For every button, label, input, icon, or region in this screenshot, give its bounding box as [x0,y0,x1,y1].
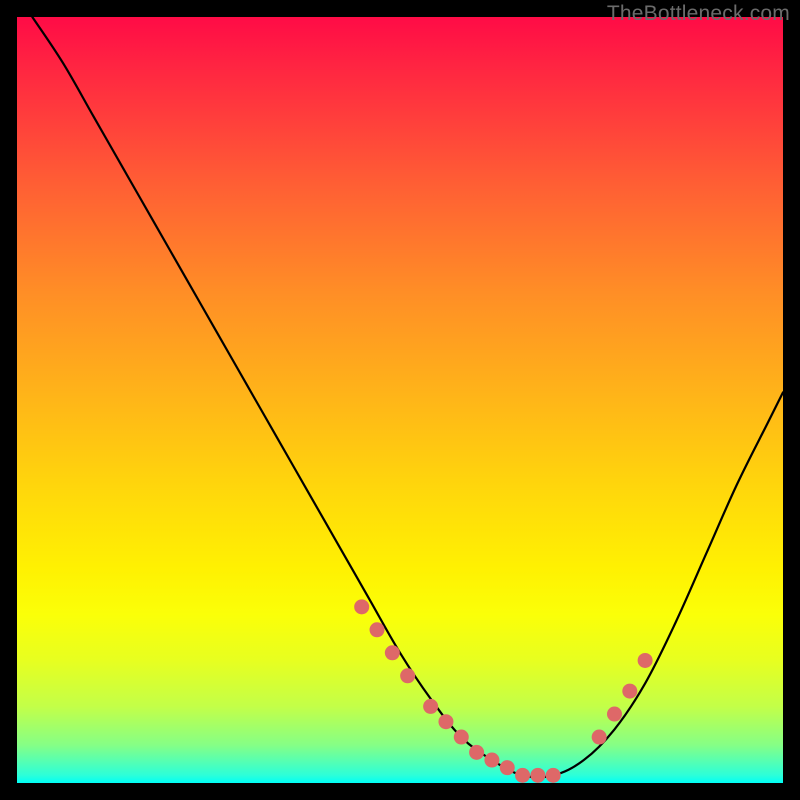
highlight-dot [469,745,484,760]
highlight-dot [438,714,453,729]
highlight-dot [592,730,607,745]
highlight-dot [423,699,438,714]
highlight-dot [454,730,469,745]
watermark-text: TheBottleneck.com [607,2,790,26]
curve-layer [32,17,783,777]
chart-svg [17,17,783,783]
bottleneck-curve-path [32,17,783,777]
highlight-dot [607,707,622,722]
highlight-dot [638,653,653,668]
highlight-dot [484,753,499,768]
highlight-dot [400,668,415,683]
highlight-dot [370,622,385,637]
highlight-dot [530,768,545,783]
highlight-dot [546,768,561,783]
highlight-dot [500,760,515,775]
highlight-dot [515,768,530,783]
highlight-dot [622,684,637,699]
plot-area [17,17,783,783]
highlight-dot [385,645,400,660]
highlight-dot [354,599,369,614]
chart-frame: TheBottleneck.com [0,0,800,800]
dots-layer [354,599,652,783]
